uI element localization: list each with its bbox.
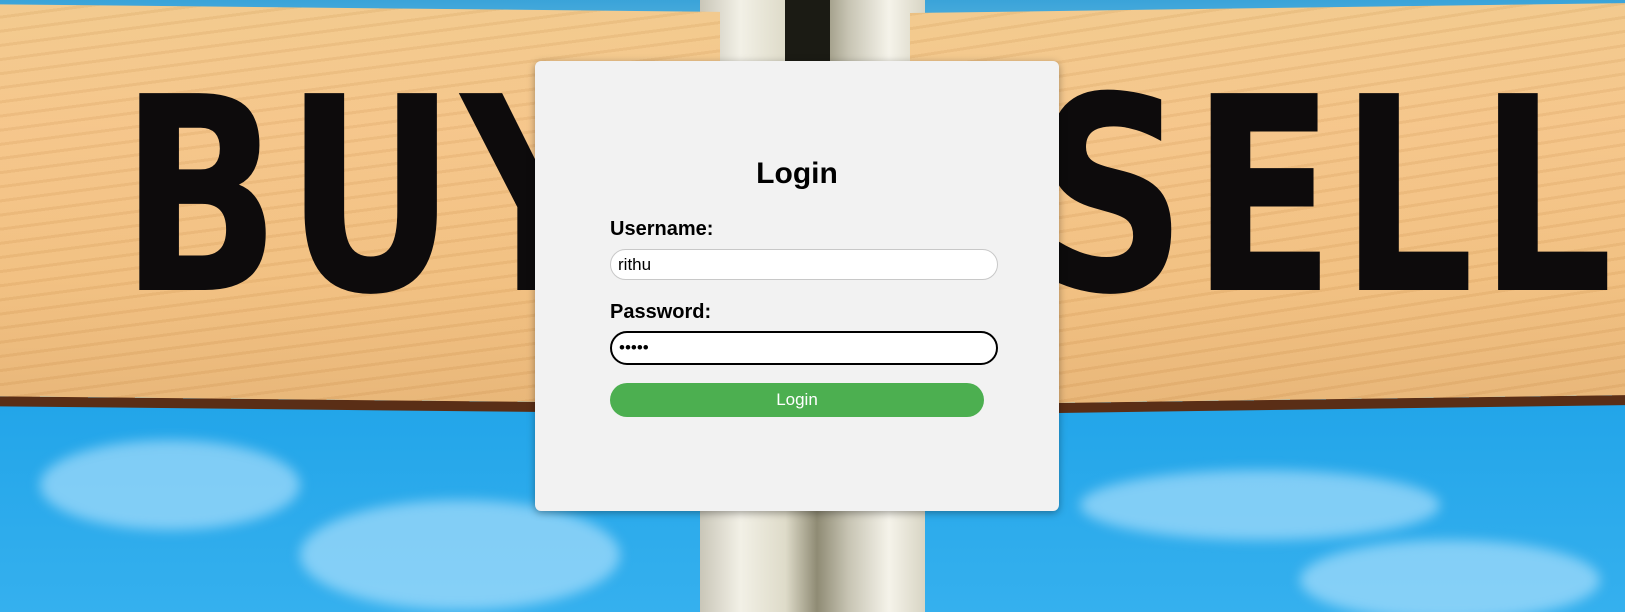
login-title: Login [756, 157, 838, 190]
login-card: Login Username: Password: Login [535, 61, 1059, 511]
login-button[interactable]: Login [610, 383, 984, 417]
cloud [1300, 540, 1600, 612]
signpost-gap [785, 0, 830, 70]
password-label: Password: [610, 301, 712, 323]
username-input[interactable] [610, 249, 998, 280]
sign-word-sell: SELL [1035, 39, 1618, 354]
username-label: Username: [610, 218, 714, 240]
cloud [1080, 470, 1440, 540]
cloud [300, 500, 620, 610]
password-input[interactable] [610, 331, 998, 365]
cloud [40, 440, 300, 530]
